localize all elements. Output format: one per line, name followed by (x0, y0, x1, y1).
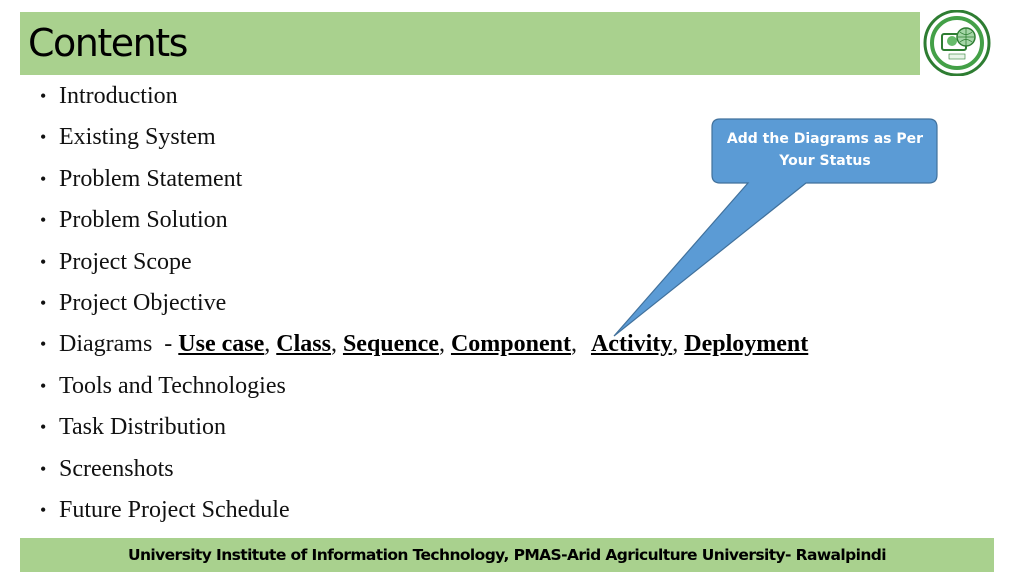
list-item: • Tools and Technologies (40, 372, 286, 399)
list-item-diagrams: • Diagrams - Use case, Class, Sequence, C… (40, 331, 809, 358)
list-item: • Existing System (40, 124, 216, 151)
slide-title: Contents (28, 21, 188, 65)
link-use-case[interactable]: Use case (178, 331, 264, 357)
list-item: • Problem Solution (40, 207, 228, 234)
list-item: • Task Distribution (40, 414, 226, 441)
callout-text: Add the Diagrams as Per Your Status (726, 131, 924, 169)
list-item: • Project Scope (40, 248, 192, 275)
link-class[interactable]: Class (276, 331, 331, 357)
list-item: • Problem Statement (40, 165, 243, 192)
list-item: • Project Objective (40, 289, 227, 316)
link-activity[interactable]: Activity (591, 331, 672, 357)
list-item: • Introduction (40, 83, 178, 109)
link-component[interactable]: Component (451, 331, 571, 357)
list-item: • Future Project Schedule (40, 496, 290, 523)
link-sequence[interactable]: Sequence (343, 331, 439, 357)
link-deployment[interactable]: Deployment (684, 331, 808, 357)
list-item: • Screenshots (40, 455, 174, 482)
contents-list: • Introduction • Existing System • Problem … (40, 78, 808, 533)
university-logo-icon (923, 10, 991, 76)
footer-text: University Institute of Information Tech… (128, 546, 887, 564)
